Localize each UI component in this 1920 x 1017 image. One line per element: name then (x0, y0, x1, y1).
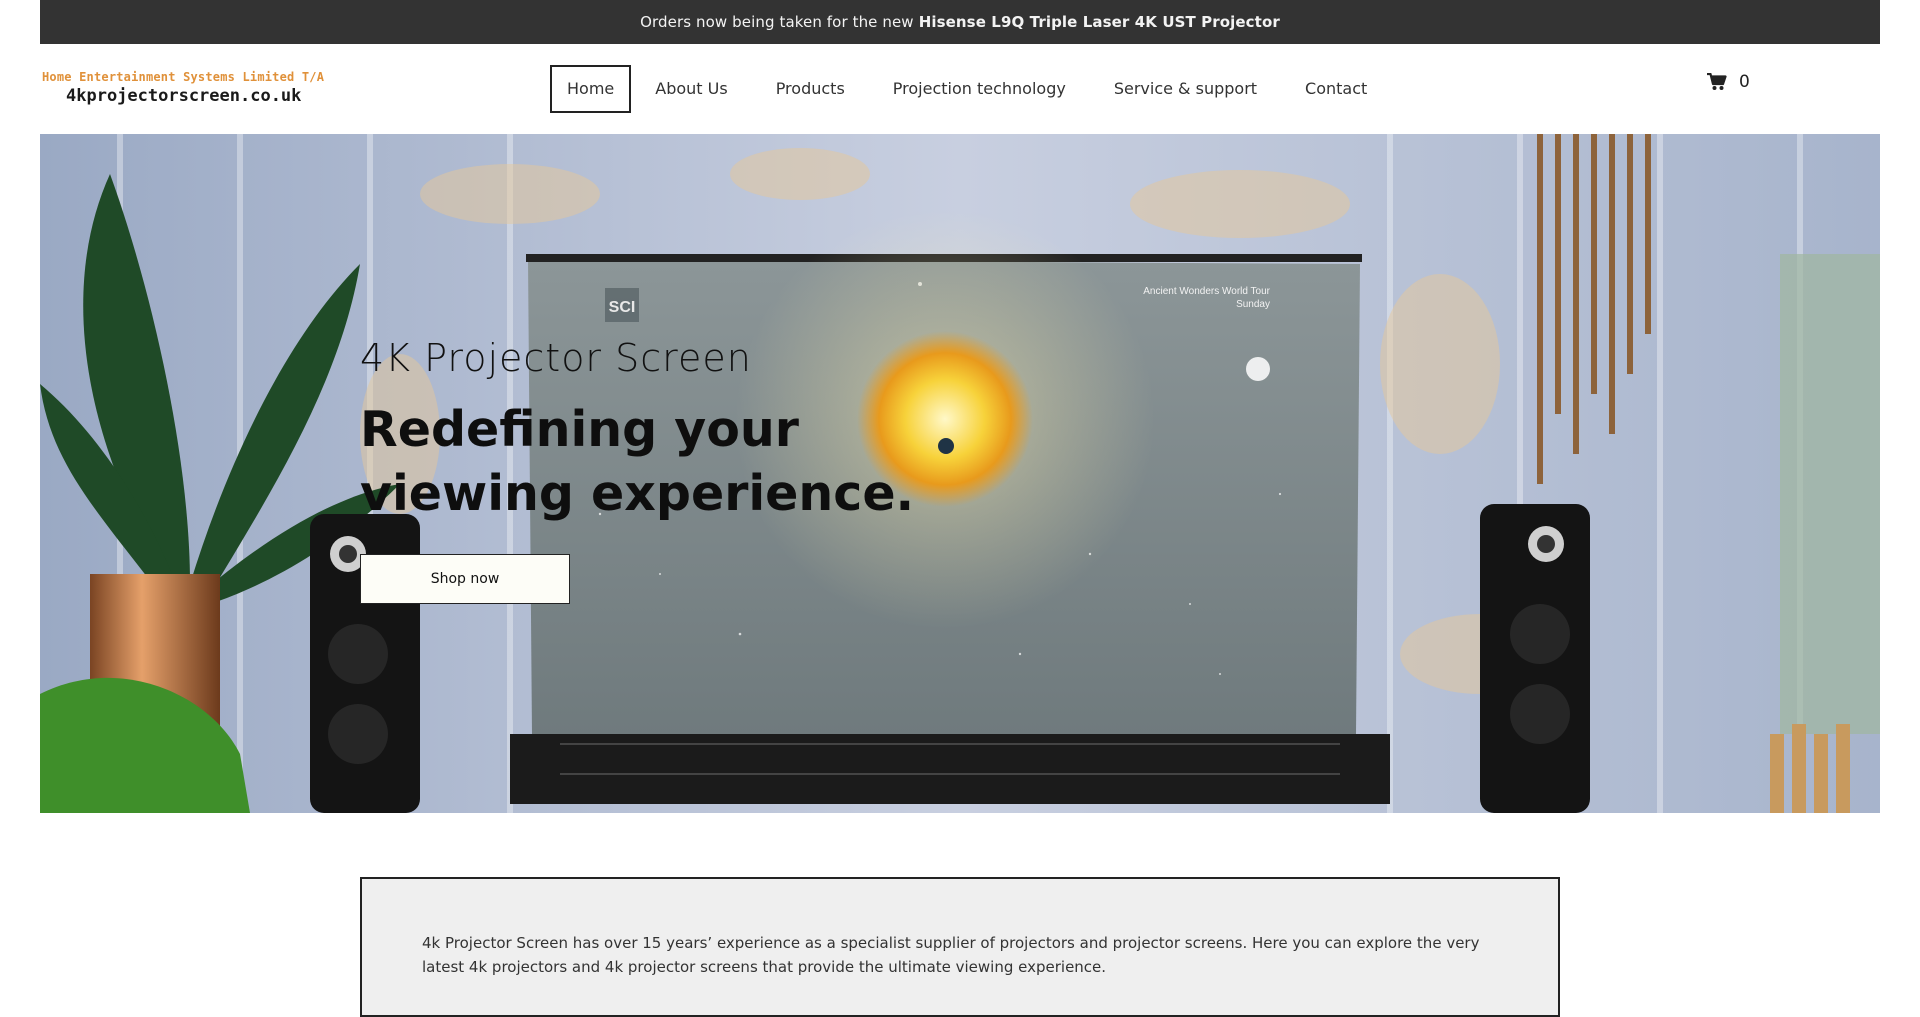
hero-title: Redefining your viewing experience. (360, 398, 920, 526)
nav-home[interactable]: Home (550, 65, 632, 113)
nav-contact[interactable]: Contact (1281, 65, 1391, 113)
shop-now-button[interactable]: Shop now (360, 554, 570, 604)
cart-button[interactable]: 0 (1707, 72, 1750, 92)
hero-title-line-2: viewing experience. (360, 465, 915, 522)
nav-products[interactable]: Products (752, 65, 869, 113)
nav-service-support[interactable]: Service & support (1090, 65, 1281, 113)
logo-company-name: Home Entertainment Systems Limited T/A (42, 70, 325, 84)
site-logo[interactable]: Home Entertainment Systems Limited T/A 4… (42, 70, 324, 106)
hero-banner: Ancient Wonders World Tour Sunday SCI 4K… (40, 134, 1880, 813)
site-header: Home Entertainment Systems Limited T/A 4… (40, 44, 1880, 134)
announcement-text: Orders now being taken for the new (640, 13, 914, 31)
logo-domain: 4kprojectorscreen.co.uk (66, 86, 302, 106)
cart-count: 0 (1739, 72, 1750, 92)
intro-text: 4k Projector Screen has over 15 years’ e… (422, 934, 1480, 976)
intro-box: 4k Projector Screen has over 15 years’ e… (360, 877, 1560, 1017)
announcement-product[interactable]: Hisense L9Q Triple Laser 4K UST Projecto… (919, 13, 1280, 31)
hero-content: 4K Projector Screen Redefining your view… (360, 336, 920, 604)
nav-about-us[interactable]: About Us (631, 65, 751, 113)
hero-subtitle: 4K Projector Screen (360, 336, 752, 380)
nav-projection-technology[interactable]: Projection technology (869, 65, 1090, 113)
hero-image: Ancient Wonders World Tour Sunday SCI (40, 134, 1880, 813)
announcement-bar: Orders now being taken for the new Hisen… (40, 0, 1880, 44)
screen-overlay-title: Ancient Wonders World Tour (1143, 286, 1270, 297)
screen-overlay-day: Sunday (1236, 299, 1270, 310)
screen-channel-logo: SCI (609, 299, 636, 316)
cart-icon (1707, 73, 1727, 90)
hero-title-line-1: Redefining your (360, 401, 799, 458)
main-nav: Home About Us Products Projection techno… (550, 64, 1391, 114)
